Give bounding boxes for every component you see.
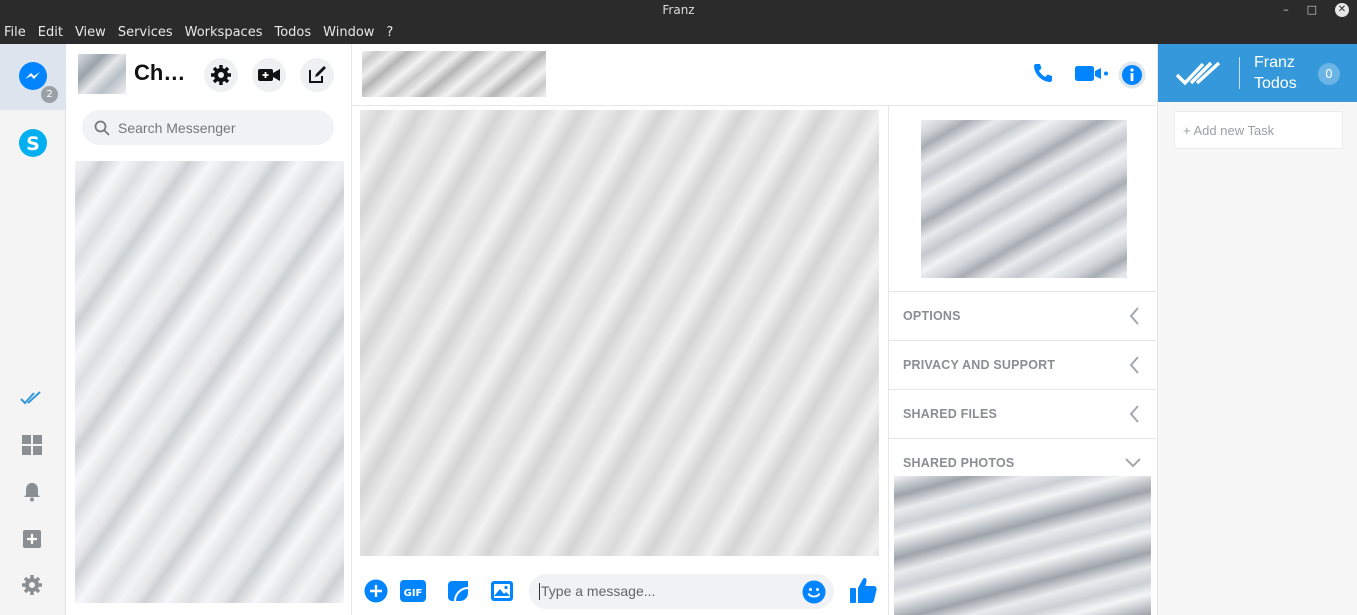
- more-actions-button[interactable]: [363, 578, 389, 604]
- double-check-icon: [20, 391, 41, 405]
- search-icon: [94, 120, 110, 136]
- todos-title-line1: Franz: [1254, 54, 1295, 71]
- shared-files-label: SHARED FILES: [903, 407, 998, 421]
- shared-photos-grid[interactable]: [894, 476, 1151, 615]
- video-call-button[interactable]: [1075, 65, 1111, 82]
- message-thread[interactable]: [360, 110, 879, 556]
- phone-icon: [1034, 64, 1052, 82]
- bell-icon: [24, 483, 40, 502]
- message-composer: GIF Type a message...: [352, 568, 888, 615]
- add-task-placeholder: + Add new Task: [1183, 123, 1275, 138]
- compose-icon: [309, 66, 326, 83]
- photo-button[interactable]: [489, 578, 515, 604]
- menu-services[interactable]: Services: [118, 25, 173, 40]
- todos-header-divider: [1239, 57, 1240, 89]
- todos-count-badge: 0: [1318, 63, 1340, 85]
- menu-workspaces[interactable]: Workspaces: [185, 25, 263, 40]
- menu-view[interactable]: View: [75, 25, 106, 40]
- todos-toggle-button[interactable]: [18, 384, 46, 412]
- gear-icon: [22, 575, 42, 595]
- chat-contact-name[interactable]: [362, 51, 546, 97]
- menu-help[interactable]: ?: [386, 25, 393, 40]
- messenger-settings-button[interactable]: [204, 58, 238, 92]
- settings-button[interactable]: [18, 571, 46, 599]
- skype-icon: S: [19, 129, 47, 157]
- chevron-down-icon: [1125, 458, 1141, 468]
- todos-title-line2: Todos: [1254, 75, 1297, 92]
- chevron-left-icon: [1129, 307, 1139, 325]
- service-skype[interactable]: S: [0, 110, 66, 176]
- conversation-info-panel: OPTIONS PRIVACY AND SUPPORT SHARED FILES…: [888, 106, 1158, 615]
- workspaces-button[interactable]: [18, 431, 46, 459]
- message-input-placeholder: Type a message...: [541, 583, 656, 599]
- menu-todos[interactable]: Todos: [274, 25, 311, 40]
- chevron-left-icon: [1129, 356, 1139, 374]
- window-title: Franz: [662, 3, 695, 17]
- new-message-button[interactable]: [300, 58, 334, 92]
- message-input[interactable]: Type a message...: [529, 574, 834, 609]
- privacy-support-section[interactable]: PRIVACY AND SUPPORT: [889, 340, 1158, 389]
- image-icon: [491, 581, 513, 601]
- gear-icon: [211, 65, 231, 85]
- info-icon: [1118, 61, 1146, 89]
- new-video-call-button[interactable]: [252, 58, 286, 92]
- add-service-button[interactable]: [18, 525, 46, 553]
- conversation-list-panel: Ch… Search Messenger: [66, 44, 352, 615]
- notifications-button[interactable]: [18, 478, 46, 506]
- shared-photos-label: SHARED PHOTOS: [903, 456, 1015, 470]
- privacy-support-label: PRIVACY AND SUPPORT: [903, 358, 1056, 372]
- close-icon[interactable]: ✕: [1335, 3, 1349, 17]
- gif-button[interactable]: GIF: [400, 578, 426, 604]
- chat-header: [352, 44, 1157, 106]
- sticker-icon: [448, 581, 469, 602]
- gif-icon: GIF: [400, 580, 426, 602]
- chevron-left-icon: [1129, 405, 1139, 423]
- grid-icon: [22, 435, 42, 455]
- window-controls: – □ ✕: [1283, 0, 1349, 20]
- conversation-list-items[interactable]: [75, 161, 344, 603]
- menu-window[interactable]: Window: [323, 25, 374, 40]
- options-section[interactable]: OPTIONS: [889, 291, 1158, 340]
- plus-square-icon: [23, 530, 41, 548]
- minimize-icon[interactable]: –: [1283, 0, 1289, 20]
- maximize-icon[interactable]: □: [1307, 0, 1317, 20]
- options-label: OPTIONS: [903, 309, 961, 323]
- menu-file[interactable]: File: [4, 25, 26, 40]
- emoji-icon[interactable]: [802, 580, 826, 604]
- todos-title: Franz Todos: [1254, 52, 1297, 94]
- contact-photo: [921, 120, 1127, 278]
- like-button[interactable]: [849, 575, 877, 605]
- chat-panel: GIF Type a message...: [352, 44, 1157, 615]
- menu-edit[interactable]: Edit: [38, 25, 63, 40]
- gif-label: GIF: [404, 588, 423, 599]
- conversation-info-button[interactable]: [1118, 61, 1146, 89]
- double-check-icon: [1175, 61, 1221, 86]
- video-camera-icon: [1075, 66, 1108, 81]
- window-titlebar: Franz – □ ✕: [0, 0, 1357, 20]
- service-messenger[interactable]: 2: [0, 44, 66, 110]
- plus-circle-icon: [364, 579, 388, 603]
- video-plus-icon: [258, 69, 280, 81]
- messenger-unread-badge: 2: [41, 86, 58, 103]
- voice-call-button[interactable]: [1032, 62, 1054, 84]
- service-sidebar: 2 S: [0, 44, 66, 615]
- shared-files-section[interactable]: SHARED FILES: [889, 389, 1158, 438]
- conversation-list-header: Ch…: [66, 44, 352, 104]
- thumbs-up-icon: [849, 577, 877, 603]
- sticker-button[interactable]: [445, 578, 471, 604]
- search-input[interactable]: Search Messenger: [118, 120, 236, 136]
- conversation-list-title: Ch…: [134, 60, 186, 85]
- text-caret: [539, 583, 540, 600]
- todos-panel: Franz Todos 0 + Add new Task: [1157, 44, 1357, 615]
- menu-bar: File Edit View Services Workspaces Todos…: [0, 20, 1357, 44]
- todos-header: Franz Todos 0: [1158, 44, 1357, 102]
- add-task-input[interactable]: + Add new Task: [1174, 111, 1343, 149]
- search-box[interactable]: Search Messenger: [82, 110, 334, 145]
- profile-avatar[interactable]: [78, 54, 126, 94]
- svg-text:S: S: [26, 133, 40, 155]
